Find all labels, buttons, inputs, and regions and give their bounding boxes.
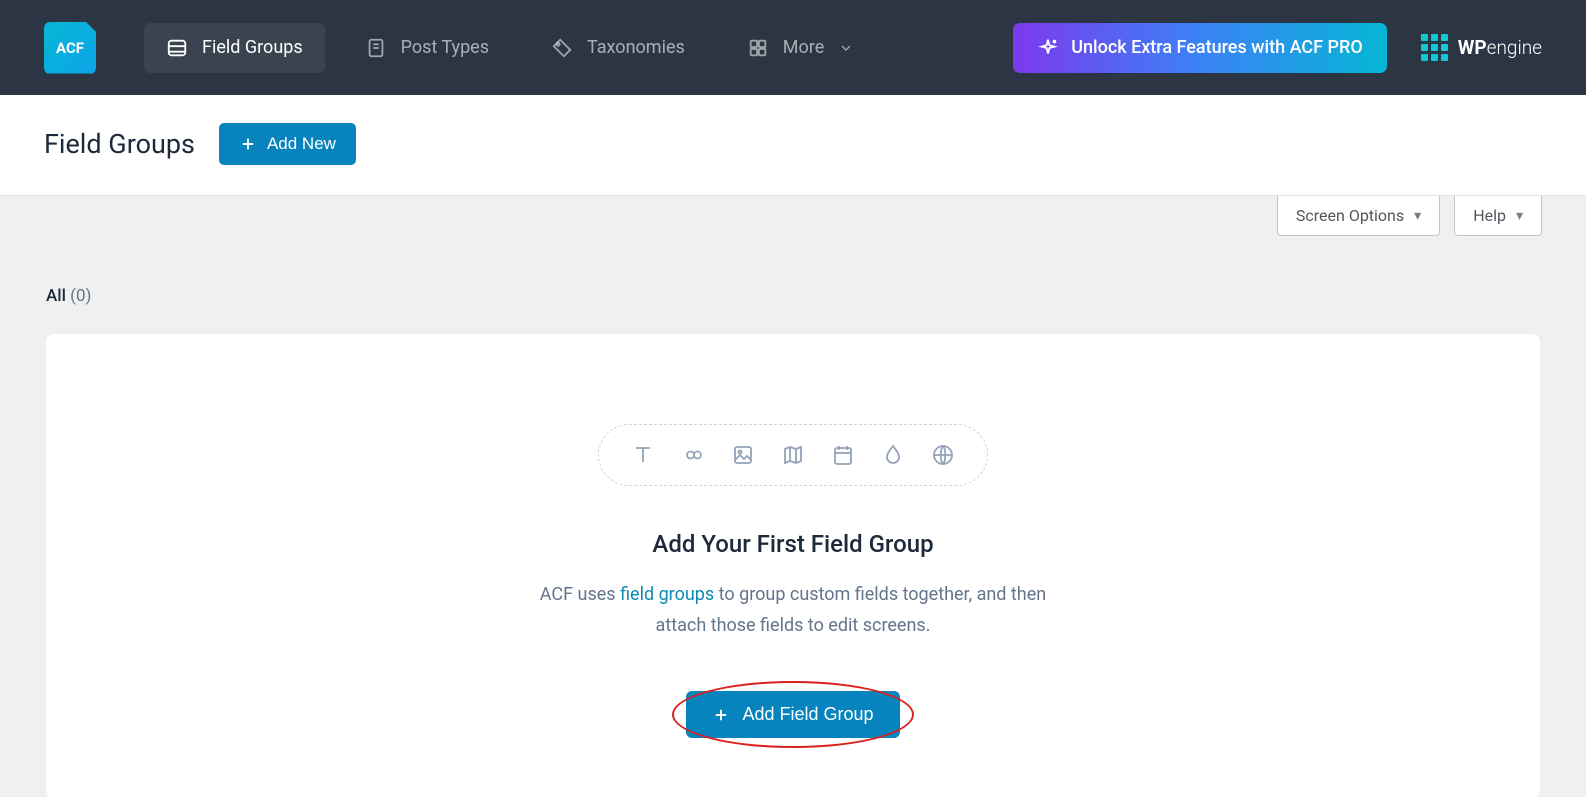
icon-pill — [598, 424, 988, 486]
help-toggle[interactable]: Help — [1454, 196, 1542, 236]
nav-item-more[interactable]: More — [725, 23, 876, 73]
empty-title: Add Your First Field Group — [86, 530, 1500, 558]
nav-item-post-types[interactable]: Post Types — [343, 23, 511, 73]
filter-count: (0) — [70, 286, 91, 306]
infinity-icon — [681, 443, 705, 467]
layout-icon — [166, 37, 188, 59]
nav-label: Field Groups — [202, 37, 303, 58]
drop-icon — [881, 443, 905, 467]
nav-item-taxonomies[interactable]: Taxonomies — [529, 23, 707, 73]
map-icon — [781, 443, 805, 467]
screen-options-label: Screen Options — [1296, 206, 1404, 225]
nav-item-field-groups[interactable]: Field Groups — [144, 23, 325, 73]
field-groups-link[interactable]: field groups — [620, 584, 714, 605]
screen-options-toggle[interactable]: Screen Options — [1277, 196, 1440, 236]
image-icon — [731, 443, 755, 467]
nav-label: Taxonomies — [587, 37, 685, 58]
document-icon — [365, 37, 387, 59]
filter-all-link[interactable]: All — [46, 286, 66, 306]
calendar-icon — [831, 443, 855, 467]
content-area: Screen Options Help All (0) Add Your Fir… — [0, 196, 1586, 797]
chevron-down-icon — [838, 40, 854, 56]
empty-description: ACF uses field groups to group custom fi… — [513, 580, 1073, 641]
empty-state-card: Add Your First Field Group ACF uses fiel… — [46, 334, 1540, 798]
page-title: Field Groups — [44, 128, 195, 160]
nav-label: Post Types — [401, 37, 489, 58]
tag-icon — [551, 37, 573, 59]
unlock-pro-button[interactable]: Unlock Extra Features with ACF PRO — [1013, 23, 1387, 73]
nav-label: More — [783, 37, 824, 58]
top-nav: ACF Field Groups Post Types Taxonomies M… — [0, 0, 1586, 95]
nav-items: Field Groups Post Types Taxonomies More — [144, 23, 894, 73]
help-label: Help — [1473, 206, 1506, 225]
plus-icon — [239, 135, 257, 153]
acf-logo-text: ACF — [56, 39, 84, 57]
acf-logo: ACF — [44, 22, 96, 74]
globe-icon — [931, 443, 955, 467]
view-toggles: Screen Options Help — [1277, 196, 1542, 236]
add-field-group-wrap: Add Field Group — [686, 691, 899, 738]
wpengine-text: WPengine — [1458, 36, 1542, 59]
plus-icon — [712, 706, 730, 724]
add-field-group-label: Add Field Group — [742, 704, 873, 725]
grid-icon — [747, 37, 769, 59]
add-new-button[interactable]: Add New — [219, 123, 356, 165]
pro-button-label: Unlock Extra Features with ACF PRO — [1071, 37, 1363, 58]
add-field-group-button[interactable]: Add Field Group — [686, 691, 899, 738]
page-header: Field Groups Add New — [0, 95, 1586, 196]
sparkle-icon — [1037, 37, 1059, 59]
wpengine-icon — [1421, 34, 1448, 61]
add-new-label: Add New — [267, 134, 336, 154]
wpengine-logo: WPengine — [1421, 34, 1542, 61]
text-icon — [631, 443, 655, 467]
